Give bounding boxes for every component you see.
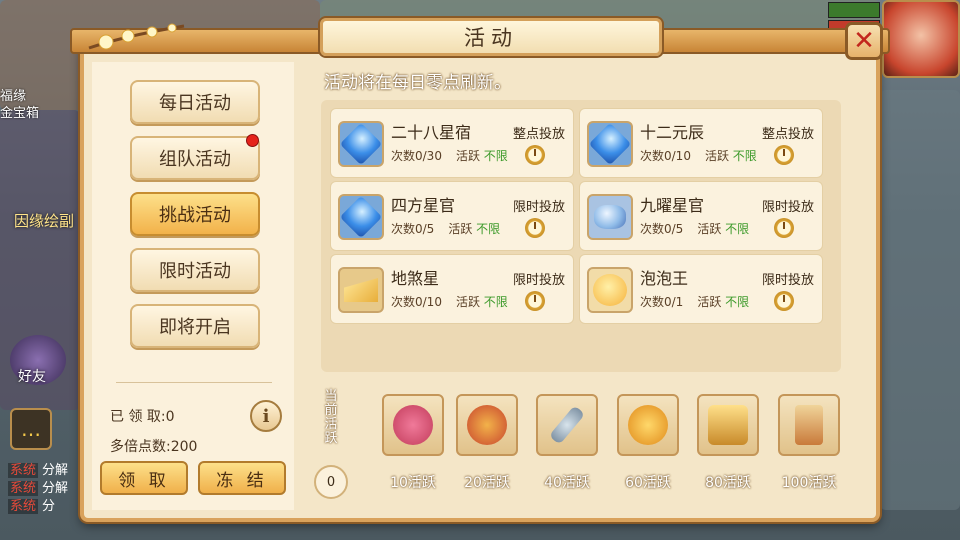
activity-mode: 整点投放 xyxy=(512,127,565,142)
friend-label[interactable]: 好友 xyxy=(18,366,46,386)
chat-tag: 系统 xyxy=(8,463,39,478)
activity-card[interactable]: 十二元辰 次数0/10 活跃 不限 整点投放 xyxy=(579,108,823,178)
player-avatar[interactable] xyxy=(882,0,960,78)
scene-label: 福缘 xyxy=(0,89,27,104)
activity-name: 二十八星宿 xyxy=(391,123,472,142)
cheese-icon xyxy=(338,267,384,313)
activity-meta: 次数0/10 活跃 不限 xyxy=(640,149,757,163)
activity-card[interactable]: 四方星官 次数0/5 活跃 不限 限时投放 xyxy=(330,181,574,251)
money-bag-icon xyxy=(628,405,668,445)
scene-labels: 福缘 金宝箱 xyxy=(0,88,70,122)
tab-daily[interactable]: 每日活动 xyxy=(130,80,260,124)
treasure-chest-icon xyxy=(708,405,748,445)
scroll-icon xyxy=(795,405,823,445)
tab-upcoming[interactable]: 即将开启 xyxy=(130,304,260,348)
title-plate: 活动 xyxy=(320,18,662,56)
reward-box[interactable] xyxy=(536,394,598,456)
bubble-face-icon xyxy=(587,267,633,313)
sidebar: 每日活动 组队活动 挑战活动 限时活动 即将开启 已 领 取:0 多倍点数:20… xyxy=(92,62,294,510)
reward-box[interactable] xyxy=(697,394,759,456)
reward-box[interactable] xyxy=(778,394,840,456)
treasure-bag-icon xyxy=(467,405,507,445)
chat-text: 分 xyxy=(42,499,56,514)
activity-name: 地煞星 xyxy=(391,269,440,288)
activity-mode: 整点投放 xyxy=(761,127,814,142)
activity-card[interactable]: 地煞星 次数0/10 活跃 不限 限时投放 xyxy=(330,254,574,324)
blue-gem-icon xyxy=(587,121,633,167)
reward-label: 10活跃 xyxy=(390,475,436,491)
clock-icon xyxy=(774,218,794,238)
tab-challenge[interactable]: 挑战活动 xyxy=(130,192,260,236)
info-icon[interactable]: i xyxy=(250,400,282,432)
reward-box[interactable] xyxy=(382,394,444,456)
activity-name: 四方星官 xyxy=(391,196,456,215)
activity-mode: 限时投放 xyxy=(512,273,565,288)
plum-blossom-icon xyxy=(88,23,185,50)
close-button[interactable]: ✕ xyxy=(845,22,883,60)
dragon-icon xyxy=(393,405,433,445)
activity-meta: 次数0/30 活跃 不限 xyxy=(391,149,508,163)
activity-meta: 次数0/10 活跃 不限 xyxy=(391,295,508,309)
activity-mode: 限时投放 xyxy=(761,200,814,215)
current-activity-value: 0 xyxy=(314,465,348,499)
clock-icon xyxy=(774,291,794,311)
clock-icon xyxy=(774,145,794,165)
activity-name: 十二元辰 xyxy=(640,123,705,142)
crystal-bowl-icon xyxy=(587,194,633,240)
received-count: 已 领 取:0 xyxy=(110,409,175,425)
clock-icon xyxy=(525,218,545,238)
chat-icon[interactable]: … xyxy=(10,408,52,450)
activity-card[interactable]: 泡泡王 次数0/1 活跃 不限 限时投放 xyxy=(579,254,823,324)
scene-caption: 因缘绘副 xyxy=(14,212,75,230)
reward-box[interactable] xyxy=(617,394,679,456)
reward-label: 80活跃 xyxy=(705,475,751,491)
reward-label: 60活跃 xyxy=(625,475,671,491)
multiplier-points: 多倍点数:200 xyxy=(110,439,198,455)
reward-label: 20活跃 xyxy=(464,475,510,491)
chat-tag: 系统 xyxy=(8,481,39,496)
chat-text: 分解 xyxy=(42,463,69,478)
tab-limited[interactable]: 限时活动 xyxy=(130,248,260,292)
claim-button[interactable]: 领 取 xyxy=(100,461,188,495)
activity-meta: 次数0/5 活跃 不限 xyxy=(640,222,750,236)
activity-card[interactable]: 九曜星官 次数0/5 活跃 不限 限时投放 xyxy=(579,181,823,251)
current-activity-label: 当前活跃 xyxy=(324,389,338,446)
scene-label: 金宝箱 xyxy=(0,106,40,121)
activity-meta: 次数0/1 活跃 不限 xyxy=(640,295,750,309)
hp-bar xyxy=(828,2,880,18)
activity-name: 泡泡王 xyxy=(640,269,689,288)
close-icon: ✕ xyxy=(853,26,875,56)
clock-icon xyxy=(525,145,545,165)
refresh-notice: 活动将在每日零点刷新。 xyxy=(324,73,511,93)
reward-label: 100活跃 xyxy=(781,475,837,491)
notification-dot-icon xyxy=(246,134,259,147)
blue-gem-icon xyxy=(338,121,384,167)
page-title: 活动 xyxy=(464,26,518,50)
clock-icon xyxy=(525,291,545,311)
tab-team[interactable]: 组队活动 xyxy=(130,136,260,180)
divider xyxy=(116,382,272,383)
chat-text: 分解 xyxy=(42,481,69,496)
activity-mode: 限时投放 xyxy=(512,200,565,215)
reward-box[interactable] xyxy=(456,394,518,456)
activity-card[interactable]: 二十八星宿 次数0/30 活跃 不限 整点投放 xyxy=(330,108,574,178)
chat-tag: 系统 xyxy=(8,499,39,514)
activity-mode: 限时投放 xyxy=(761,273,814,288)
activity-grid: 二十八星宿 次数0/30 活跃 不限 整点投放 十二元辰 次数0/10 活跃 不限 … xyxy=(321,100,841,372)
blue-gem-icon xyxy=(338,194,384,240)
reward-label: 40活跃 xyxy=(544,475,590,491)
key-icon xyxy=(548,405,586,445)
activity-meta: 次数0/5 活跃 不限 xyxy=(391,222,501,236)
freeze-button[interactable]: 冻 结 xyxy=(198,461,286,495)
activity-name: 九曜星官 xyxy=(640,196,705,215)
